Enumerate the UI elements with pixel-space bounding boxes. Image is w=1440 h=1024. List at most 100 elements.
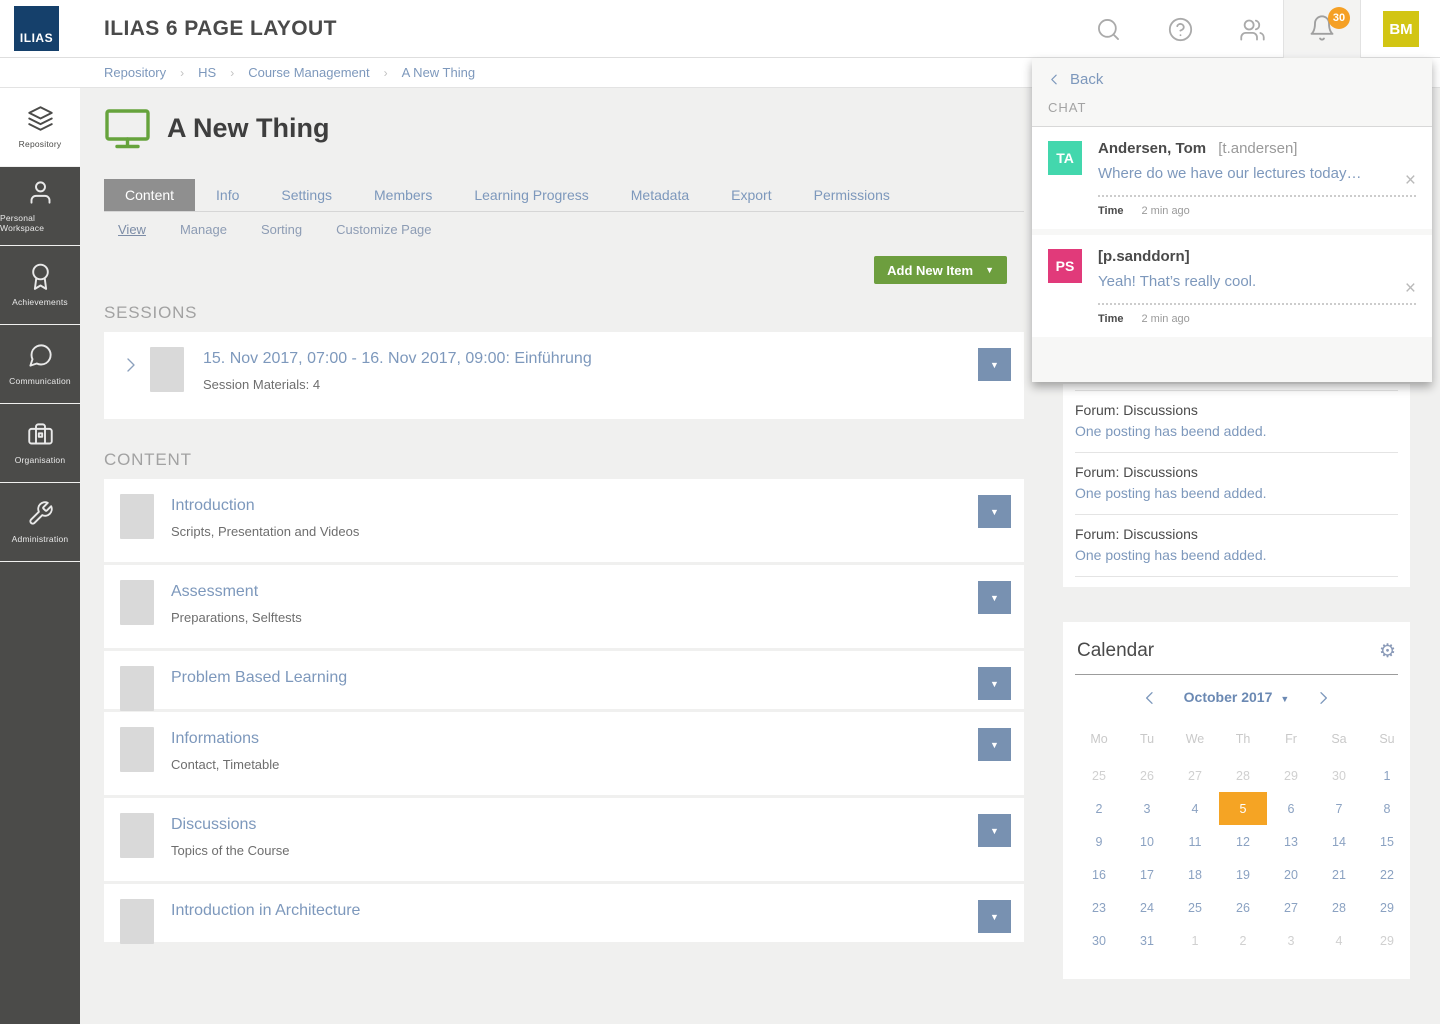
item-actions-dropdown-button[interactable]: ▼ <box>978 728 1011 761</box>
tab-export[interactable]: Export <box>710 179 792 211</box>
content-title-link[interactable]: Introduction <box>171 497 964 515</box>
calendar-day[interactable]: 11 <box>1171 825 1219 858</box>
calendar-day[interactable]: 3 <box>1267 924 1315 957</box>
chat-message-link[interactable]: Where do we have our lectures today… <box>1098 165 1416 182</box>
chat-message-link[interactable]: Yeah! That’s really cool. <box>1098 273 1416 290</box>
calendar-day-selected[interactable]: 5 <box>1219 792 1267 825</box>
sidebar-item-achievements[interactable]: Achievements <box>0 246 80 325</box>
ilias-logo[interactable]: ILIAS <box>14 6 59 51</box>
calendar-day[interactable]: 20 <box>1267 858 1315 891</box>
calendar-day[interactable]: 25 <box>1075 759 1123 792</box>
previous-month-icon[interactable] <box>1142 690 1158 706</box>
item-actions-dropdown-button[interactable]: ▼ <box>978 495 1011 528</box>
content-description: Preparations, Selftests <box>171 610 302 625</box>
calendar-day[interactable]: 15 <box>1363 825 1411 858</box>
calendar-day[interactable]: 13 <box>1267 825 1315 858</box>
next-month-icon[interactable] <box>1315 690 1331 706</box>
calendar-day[interactable]: 7 <box>1315 792 1363 825</box>
subtab-view[interactable]: View <box>118 222 146 237</box>
breadcrumb-item-a-new-thing[interactable]: A New Thing <box>402 65 475 80</box>
calendar-day[interactable]: 17 <box>1123 858 1171 891</box>
forum-item-link[interactable]: One posting has beend added. <box>1075 423 1398 439</box>
tab-members[interactable]: Members <box>353 179 453 211</box>
calendar-day[interactable]: 23 <box>1075 891 1123 924</box>
calendar-day[interactable]: 10 <box>1123 825 1171 858</box>
month-selector[interactable]: October 2017 ▼ <box>1184 689 1290 707</box>
forum-item-link[interactable]: One posting has beend added. <box>1075 485 1398 501</box>
calendar-day[interactable]: 26 <box>1219 891 1267 924</box>
sidebar-item-personal-workspace[interactable]: Personal Workspace <box>0 167 80 246</box>
calendar-day[interactable]: 27 <box>1267 891 1315 924</box>
calendar-day[interactable]: 31 <box>1123 924 1171 957</box>
content-title-link[interactable]: Problem Based Learning <box>171 669 964 687</box>
calendar-day[interactable]: 16 <box>1075 858 1123 891</box>
calendar-day[interactable]: 2 <box>1219 924 1267 957</box>
calendar-day[interactable]: 6 <box>1267 792 1315 825</box>
content-title-link[interactable]: Informations <box>171 730 964 748</box>
breadcrumb-item-repository[interactable]: Repository <box>104 65 166 80</box>
content-title-link[interactable]: Introduction in Architecture <box>171 902 964 920</box>
calendar-day[interactable]: 9 <box>1075 825 1123 858</box>
month-label: October 2017 <box>1183 689 1273 705</box>
calendar-day[interactable]: 18 <box>1171 858 1219 891</box>
subtab-manage[interactable]: Manage <box>180 222 227 237</box>
item-actions-dropdown-button[interactable]: ▼ <box>978 581 1011 614</box>
calendar-day[interactable]: 1 <box>1363 759 1411 792</box>
calendar-day[interactable]: 24 <box>1123 891 1171 924</box>
content-title-link[interactable]: Discussions <box>171 816 964 834</box>
calendar-day[interactable]: 21 <box>1315 858 1363 891</box>
back-button[interactable]: Back <box>1032 58 1432 96</box>
calendar-day[interactable]: 3 <box>1123 792 1171 825</box>
contacts-icon[interactable] <box>1223 0 1281 58</box>
sidebar-item-administration[interactable]: Administration <box>0 483 80 562</box>
tab-permissions[interactable]: Permissions <box>793 179 911 211</box>
calendar-day[interactable]: 2 <box>1075 792 1123 825</box>
subtab-sorting[interactable]: Sorting <box>261 222 302 237</box>
sidebar-item-repository[interactable]: Repository <box>0 88 80 167</box>
breadcrumb-item-hs[interactable]: HS <box>198 65 216 80</box>
expand-chevron-icon[interactable] <box>122 354 140 376</box>
session-title-link[interactable]: 15. Nov 2017, 07:00 - 16. Nov 2017, 09:0… <box>203 350 964 368</box>
tab-settings[interactable]: Settings <box>260 179 353 211</box>
tab-info[interactable]: Info <box>195 179 260 211</box>
calendar-day[interactable]: 29 <box>1363 891 1411 924</box>
calendar-day[interactable]: 12 <box>1219 825 1267 858</box>
close-icon[interactable]: × <box>1405 171 1416 190</box>
tab-learning-progress[interactable]: Learning Progress <box>453 179 609 211</box>
calendar-day[interactable]: 4 <box>1171 792 1219 825</box>
calendar-day[interactable]: 14 <box>1315 825 1363 858</box>
subtab-customize-page[interactable]: Customize Page <box>336 222 431 237</box>
calendar-day[interactable]: 8 <box>1363 792 1411 825</box>
calendar-day[interactable]: 30 <box>1315 759 1363 792</box>
search-icon[interactable] <box>1079 0 1137 58</box>
add-new-item-button[interactable]: Add New Item ▼ <box>874 256 1007 284</box>
calendar-day[interactable]: 4 <box>1315 924 1363 957</box>
calendar-day[interactable]: 28 <box>1219 759 1267 792</box>
calendar-day[interactable]: 26 <box>1123 759 1171 792</box>
breadcrumb-item-course-management[interactable]: Course Management <box>248 65 369 80</box>
item-actions-dropdown-button[interactable]: ▼ <box>978 667 1011 700</box>
item-actions-dropdown-button[interactable]: ▼ <box>978 348 1011 381</box>
notifications-bell-icon[interactable]: 30 <box>1308 7 1350 44</box>
calendar-day[interactable]: 25 <box>1171 891 1219 924</box>
calendar-day[interactable]: 22 <box>1363 858 1411 891</box>
calendar-day[interactable]: 19 <box>1219 858 1267 891</box>
calendar-day[interactable]: 29 <box>1363 924 1411 957</box>
item-actions-dropdown-button[interactable]: ▼ <box>978 900 1011 933</box>
calendar-day[interactable]: 30 <box>1075 924 1123 957</box>
user-avatar[interactable]: BM <box>1383 11 1419 47</box>
close-icon[interactable]: × <box>1405 279 1416 298</box>
tab-content[interactable]: Content <box>104 179 196 211</box>
calendar-day[interactable]: 27 <box>1171 759 1219 792</box>
content-title-link[interactable]: Assessment <box>171 583 964 601</box>
calendar-day[interactable]: 29 <box>1267 759 1315 792</box>
item-actions-dropdown-button[interactable]: ▼ <box>978 814 1011 847</box>
calendar-day[interactable]: 1 <box>1171 924 1219 957</box>
sidebar-item-communication[interactable]: Communication <box>0 325 80 404</box>
sidebar-item-organisation[interactable]: Organisation <box>0 404 80 483</box>
forum-item-link[interactable]: One posting has beend added. <box>1075 547 1398 563</box>
calendar-day[interactable]: 28 <box>1315 891 1363 924</box>
tab-metadata[interactable]: Metadata <box>610 179 710 211</box>
gear-icon[interactable]: ⚙ <box>1379 642 1396 661</box>
help-icon[interactable] <box>1151 0 1209 58</box>
